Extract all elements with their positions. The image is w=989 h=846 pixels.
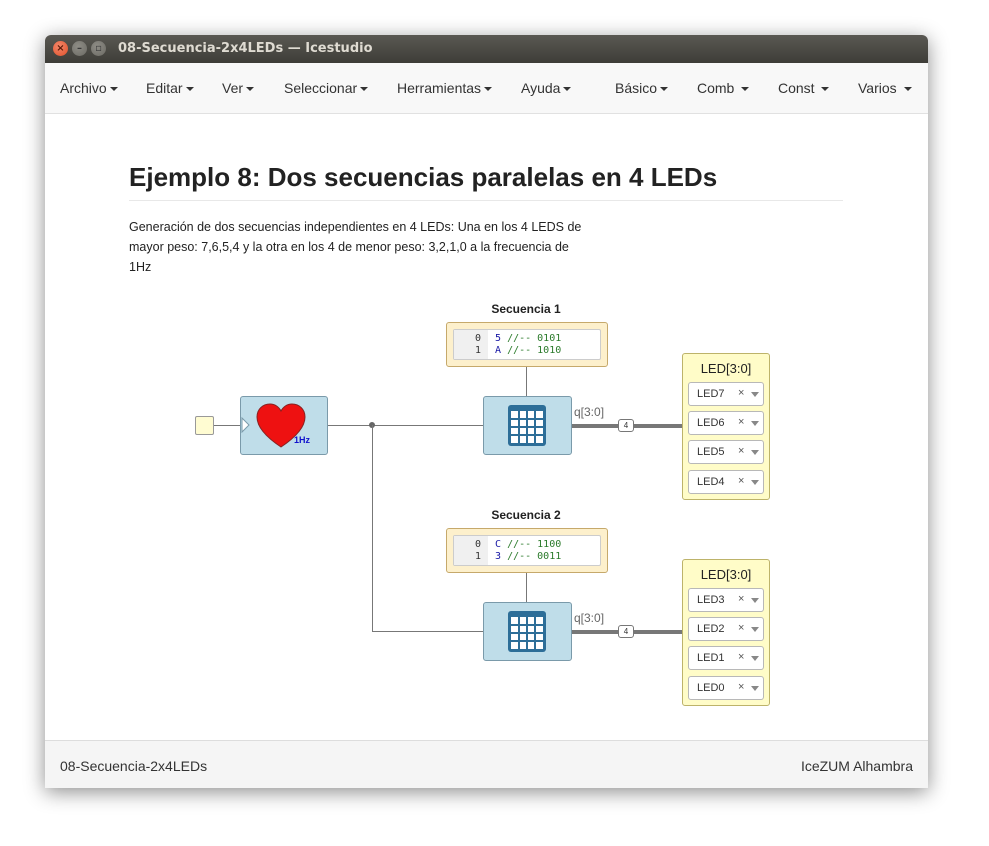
menu-bar: Archivo Editar Ver Seleccionar Herramien… bbox=[45, 63, 928, 114]
project-name: 08-Secuencia-2x4LEDs bbox=[60, 758, 208, 774]
seq1-memory-editor[interactable]: 05 //-- 0101 1A //-- 1010 bbox=[453, 329, 601, 360]
chevron-down-icon[interactable] bbox=[751, 480, 759, 485]
wire-mem2-seq2 bbox=[526, 572, 527, 602]
chevron-down-icon[interactable] bbox=[751, 598, 759, 603]
seq1-sequencer-block[interactable] bbox=[483, 396, 572, 455]
memory-row: 1A //-- 1010 bbox=[474, 345, 562, 356]
bus-width-label: 4 bbox=[618, 419, 634, 432]
remove-icon[interactable]: × bbox=[738, 416, 744, 428]
wire-input-clock bbox=[213, 425, 241, 426]
port-label: q[3:0] bbox=[574, 611, 605, 625]
led-select[interactable]: LED1 × bbox=[688, 646, 764, 670]
chevron-down-icon bbox=[185, 87, 194, 92]
remove-icon[interactable]: × bbox=[738, 387, 744, 399]
output-title: LED[3:0] bbox=[700, 361, 752, 376]
led-select[interactable]: LED5 × bbox=[688, 440, 764, 464]
menu-const[interactable]: Const bbox=[778, 80, 830, 96]
wire-clock-seq1 bbox=[327, 425, 483, 426]
seq2-sequencer-block[interactable] bbox=[483, 602, 572, 661]
input-pin[interactable] bbox=[195, 416, 214, 435]
seq1-memory[interactable]: 05 //-- 0101 1A //-- 1010 bbox=[446, 322, 608, 367]
chevron-down-icon bbox=[903, 87, 912, 92]
seq2-memory[interactable]: 0C //-- 1100 13 //-- 0011 bbox=[446, 528, 608, 573]
status-bar: 08-Secuencia-2x4LEDs IceZUM Alhambra bbox=[45, 740, 928, 788]
memory-row: 0C //-- 1100 bbox=[474, 539, 562, 550]
memory-row: 05 //-- 0101 bbox=[474, 333, 562, 344]
seq2-memory-editor[interactable]: 0C //-- 1100 13 //-- 0011 bbox=[453, 535, 601, 566]
memory-row: 13 //-- 0011 bbox=[474, 551, 562, 562]
led-select[interactable]: LED7 × bbox=[688, 382, 764, 406]
chevron-down-icon bbox=[360, 87, 369, 92]
chevron-down-icon bbox=[246, 87, 255, 92]
port-label: q[3:0] bbox=[574, 405, 605, 419]
clock-block[interactable]: 1Hz bbox=[240, 396, 328, 455]
menu-comb[interactable]: Comb bbox=[697, 80, 750, 96]
menu-basico[interactable]: Básico bbox=[615, 80, 669, 96]
design-canvas[interactable]: Ejemplo 8: Dos secuencias paralelas en 4… bbox=[45, 114, 928, 740]
seq1-led-output[interactable]: LED[3:0] LED7 × LED6 × LED5 × LED4 × bbox=[682, 353, 770, 500]
wire-clock-seq2 bbox=[372, 631, 483, 632]
board-name[interactable]: IceZUM Alhambra bbox=[801, 758, 913, 774]
chevron-down-icon[interactable] bbox=[751, 686, 759, 691]
chevron-down-icon bbox=[741, 87, 750, 92]
chevron-down-icon bbox=[484, 87, 493, 92]
remove-icon[interactable]: × bbox=[738, 681, 744, 693]
table-icon bbox=[508, 405, 546, 446]
led-select[interactable]: LED0 × bbox=[688, 676, 764, 700]
chevron-down-icon bbox=[109, 87, 118, 92]
seq2-led-output[interactable]: LED[3:0] LED3 × LED2 × LED1 × LED0 × bbox=[682, 559, 770, 706]
menu-herramientas[interactable]: Herramientas bbox=[397, 80, 493, 96]
remove-icon[interactable]: × bbox=[738, 622, 744, 634]
menu-archivo[interactable]: Archivo bbox=[60, 80, 118, 96]
led-select[interactable]: LED3 × bbox=[688, 588, 764, 612]
chevron-down-icon[interactable] bbox=[751, 627, 759, 632]
title-bar: × – ▫ 08-Secuencia-2x4LEDs — Icestudio bbox=[45, 35, 928, 63]
led-select[interactable]: LED4 × bbox=[688, 470, 764, 494]
chevron-down-icon bbox=[660, 87, 669, 92]
chevron-down-icon[interactable] bbox=[751, 656, 759, 661]
app-window: × – ▫ 08-Secuencia-2x4LEDs — Icestudio A… bbox=[45, 35, 928, 788]
chevron-down-icon[interactable] bbox=[751, 450, 759, 455]
wire-mem1-seq1 bbox=[526, 367, 527, 396]
chevron-down-icon[interactable] bbox=[751, 421, 759, 426]
seq1-title: Secuencia 1 bbox=[491, 302, 561, 316]
page-description: Generación de dos secuencias independien… bbox=[129, 220, 582, 274]
remove-icon[interactable]: × bbox=[738, 593, 744, 605]
table-icon bbox=[508, 611, 546, 652]
menu-seleccionar[interactable]: Seleccionar bbox=[284, 80, 369, 96]
menu-ver[interactable]: Ver bbox=[222, 80, 255, 96]
menu-editar[interactable]: Editar bbox=[146, 80, 194, 96]
title-divider bbox=[129, 200, 843, 201]
output-title: LED[3:0] bbox=[700, 567, 752, 582]
chevron-down-icon[interactable] bbox=[751, 392, 759, 397]
seq2-title: Secuencia 2 bbox=[491, 508, 561, 522]
remove-icon[interactable]: × bbox=[738, 651, 744, 663]
clock-frequency-label: 1Hz bbox=[294, 435, 311, 445]
remove-icon[interactable]: × bbox=[738, 475, 744, 487]
menu-varios[interactable]: Varios bbox=[858, 80, 912, 96]
wire-junction-down bbox=[372, 425, 373, 632]
led-select[interactable]: LED2 × bbox=[688, 617, 764, 641]
chevron-down-icon bbox=[563, 87, 572, 92]
heart-icon bbox=[241, 403, 306, 448]
chevron-down-icon bbox=[821, 87, 830, 92]
page-title: Ejemplo 8: Dos secuencias paralelas en 4… bbox=[129, 162, 718, 192]
bus-width-label: 4 bbox=[618, 625, 634, 638]
led-select[interactable]: LED6 × bbox=[688, 411, 764, 435]
menu-ayuda[interactable]: Ayuda bbox=[521, 80, 572, 96]
remove-icon[interactable]: × bbox=[738, 445, 744, 457]
window-maximize-button[interactable]: ▫ bbox=[91, 41, 106, 56]
window-title: 08-Secuencia-2x4LEDs — Icestudio bbox=[118, 41, 373, 56]
window-close-button[interactable]: × bbox=[53, 41, 68, 56]
window-minimize-button[interactable]: – bbox=[72, 41, 87, 56]
